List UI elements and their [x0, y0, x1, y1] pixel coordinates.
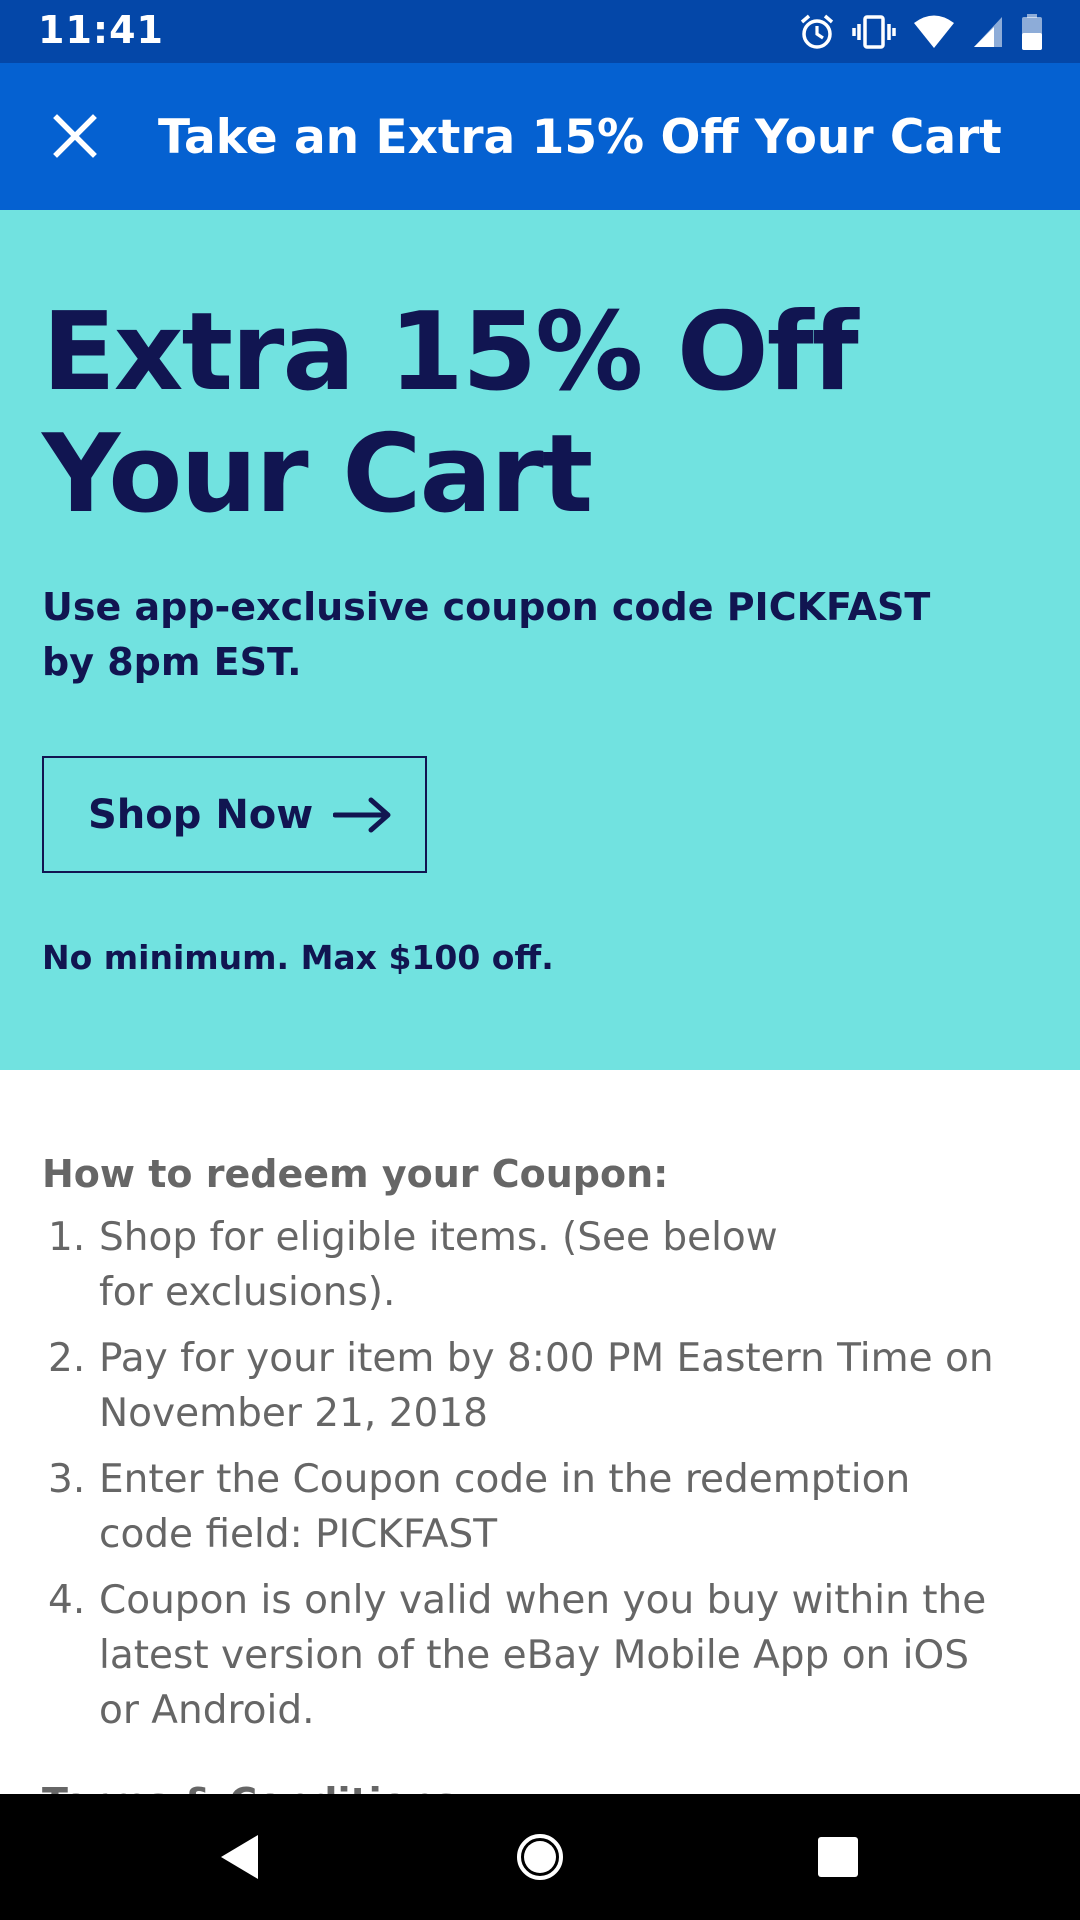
nav-back-button[interactable]: [170, 1794, 310, 1920]
nav-home-button[interactable]: [470, 1794, 610, 1920]
back-icon: [221, 1835, 258, 1879]
redeem-step: 3. Enter the Coupon code in the redempti…: [0, 1452, 1080, 1562]
alarm-icon: [800, 14, 834, 49]
redeem-heading: How to redeem your Coupon:: [42, 1152, 669, 1196]
step-number: 4.: [48, 1578, 86, 1623]
app-bar: Take an Extra 15% Off Your Cart: [0, 63, 1080, 210]
step-text-line: latest version of the eBay Mobile App on…: [99, 1633, 969, 1678]
step-text-line: Enter the Coupon code in the redemption: [99, 1457, 911, 1502]
step-text-line: or Android.: [99, 1688, 315, 1733]
status-time: 11:41: [38, 8, 164, 52]
promo-hero: Extra 15% Off Your Cart Use app-exclusiv…: [0, 210, 1080, 1070]
redeem-step: 1. Shop for eligible items. (See below f…: [0, 1210, 1080, 1320]
arrow-right-icon: [333, 797, 391, 832]
redeem-section: How to redeem your Coupon: 1. Shop for e…: [0, 1070, 1080, 1794]
redeem-steps: 1. Shop for eligible items. (See below f…: [0, 1210, 1080, 1749]
redeem-step: 4. Coupon is only valid when you buy wit…: [0, 1573, 1080, 1738]
step-text-line: Shop for eligible items. (See below: [99, 1215, 778, 1260]
step-number: 2.: [48, 1336, 86, 1381]
step-number: 3.: [48, 1457, 86, 1502]
shop-now-button[interactable]: Shop Now: [42, 756, 427, 873]
promo-headline-line1: Extra 15% Off: [42, 290, 859, 415]
status-bar: 11:41: [0, 0, 1080, 63]
battery-icon: [1022, 14, 1042, 50]
promo-headline-line2: Your Cart: [42, 412, 593, 537]
status-icons: [782, 13, 1044, 51]
redeem-step: 2. Pay for your item by 8:00 PM Eastern …: [0, 1331, 1080, 1441]
close-button[interactable]: [42, 103, 108, 169]
vibrate-icon: [852, 15, 896, 49]
promo-subtitle-line2: by 8pm EST.: [42, 640, 302, 684]
nav-recents-button[interactable]: [768, 1794, 908, 1920]
step-number: 1.: [48, 1215, 86, 1260]
wifi-icon: [914, 15, 954, 48]
step-text-line: Coupon is only valid when you buy within…: [99, 1578, 987, 1623]
promo-subtitle: Use app-exclusive coupon code PICKFAST b…: [42, 580, 982, 690]
terms-heading: Terms & Conditions: [42, 1780, 457, 1794]
promo-note: No minimum. Max $100 off.: [42, 938, 554, 977]
signal-icon: [974, 17, 1002, 47]
step-text-line: code field: PICKFAST: [99, 1512, 498, 1557]
promo-subtitle-line1: Use app-exclusive coupon code PICKFAST: [42, 585, 931, 629]
home-icon: [517, 1834, 563, 1880]
system-nav-bar: [0, 1794, 1080, 1920]
step-text-line: November 21, 2018: [99, 1391, 488, 1436]
page-title: Take an Extra 15% Off Your Cart: [158, 110, 1002, 165]
step-text-line: for exclusions).: [99, 1270, 396, 1315]
step-text-line: Pay for your item by 8:00 PM Eastern Tim…: [99, 1336, 994, 1381]
recents-icon: [818, 1837, 858, 1877]
close-icon: [53, 114, 97, 158]
shop-now-label: Shop Now: [88, 791, 314, 838]
promo-headline: Extra 15% Off Your Cart: [42, 292, 1022, 536]
